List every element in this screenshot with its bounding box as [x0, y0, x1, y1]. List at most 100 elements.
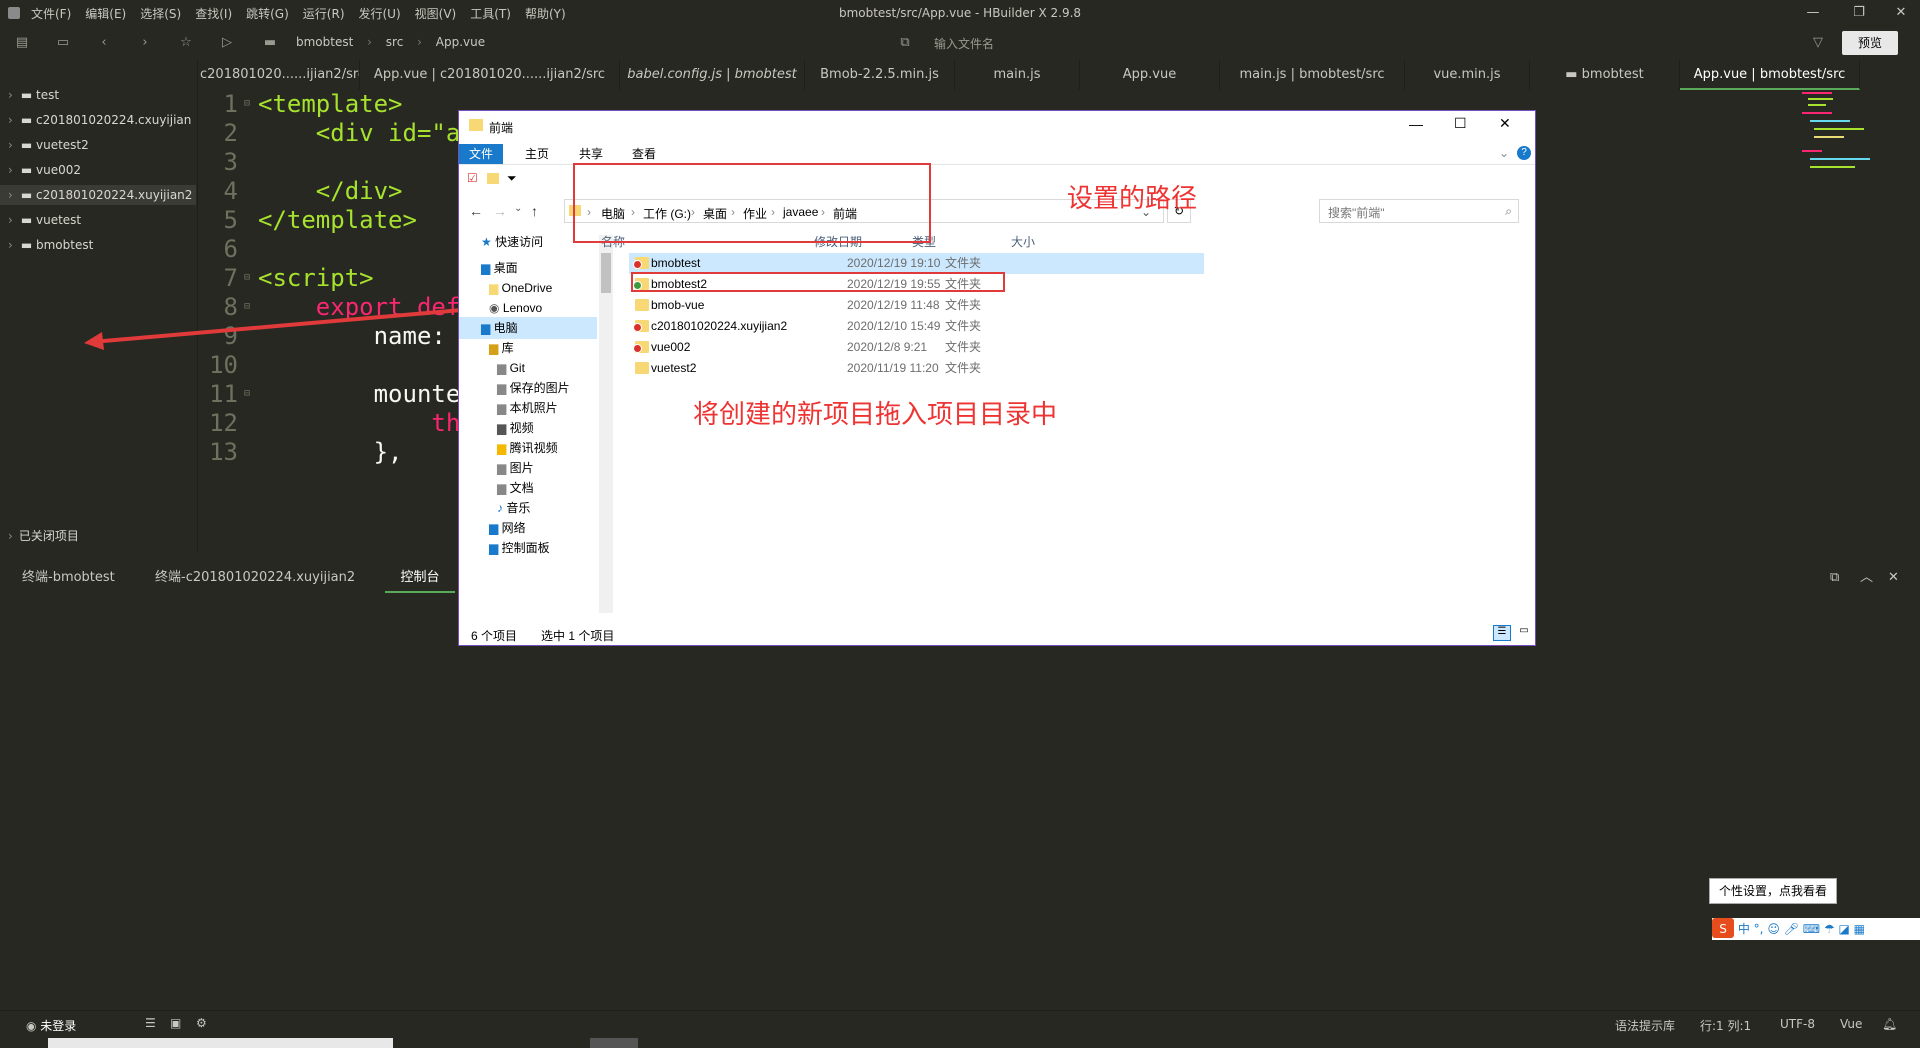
close-icon[interactable]: ✕: [1499, 115, 1511, 132]
goto-file-icon[interactable]: ⧉: [897, 35, 913, 51]
nav-git[interactable]: ▆ Git: [497, 357, 525, 379]
menu-edit[interactable]: 编辑(E): [78, 5, 133, 22]
tab-main-js[interactable]: main.js: [955, 60, 1080, 90]
save-icon[interactable]: ▭: [55, 35, 71, 51]
debug-icon[interactable]: ⚙: [196, 1016, 207, 1030]
menu-goto[interactable]: 跳转(G): [239, 5, 296, 22]
new-terminal-icon[interactable]: ⧉: [1830, 563, 1839, 593]
mic-icon[interactable]: 🎤︎: [1784, 922, 1799, 936]
breadcrumb-item[interactable]: src: [386, 35, 404, 49]
up-icon[interactable]: ↑: [531, 203, 538, 219]
ribbon-tab-home[interactable]: 主页: [515, 144, 559, 164]
details-view-icon[interactable]: ☰: [1493, 625, 1511, 641]
keyboard-icon[interactable]: ⌨: [1803, 922, 1820, 936]
closed-projects[interactable]: › 已关闭项目: [8, 526, 79, 546]
filter-icon[interactable]: ▽: [1810, 35, 1826, 51]
project-vue002[interactable]: › ▬ vue002: [8, 160, 81, 180]
tab-app-vue[interactable]: App.vue: [1080, 60, 1220, 90]
console-panel[interactable]: [0, 593, 1920, 1008]
fold-icon[interactable]: ⊟: [244, 98, 250, 109]
file-row[interactable]: vuetest2 2020/11/19 11:20 文件夹: [629, 358, 1204, 379]
ime-toolbar[interactable]: S 中 °, ☺ 🎤︎ ⌨ ☂ ◪ ▦: [1712, 918, 1920, 940]
help-icon[interactable]: ?: [1517, 146, 1531, 160]
preview-button[interactable]: 预览: [1842, 31, 1898, 55]
nav-tencent-video[interactable]: ▆ 腾讯视频: [497, 437, 558, 459]
menu-find[interactable]: 查找(I): [188, 5, 239, 22]
nav-camera-roll[interactable]: ▆ 本机照片: [497, 397, 558, 419]
cursor-position[interactable]: 行:1 列:1: [1700, 1017, 1751, 1034]
checkbox-icon[interactable]: ☑: [467, 171, 478, 185]
taskbar-item[interactable]: [590, 1038, 638, 1048]
ime-mode[interactable]: 中: [1738, 922, 1750, 936]
tab-app-vue-bmobtest[interactable]: App.vue | bmobtest/src: [1680, 60, 1860, 90]
punctuation-icon[interactable]: °,: [1754, 922, 1764, 936]
project-bmobtest[interactable]: › ▬ bmobtest: [8, 235, 93, 255]
project-xuyijian2[interactable]: › ▬ c201801020224.xuyijian2: [0, 185, 196, 205]
ime-tooltip[interactable]: 个性设置，点我看看: [1709, 878, 1837, 904]
menu-run[interactable]: 运行(R): [296, 5, 352, 22]
tab-bmob-js[interactable]: Bmob-2.2.5.min.js: [805, 60, 955, 90]
syntax-hint[interactable]: 语法提示库: [1615, 1017, 1675, 1034]
minimize-icon[interactable]: —: [1409, 116, 1423, 132]
shirt-icon[interactable]: ◪: [1838, 922, 1849, 936]
nav-quick-access[interactable]: ★ 快速访问: [481, 231, 543, 253]
fold-icon[interactable]: ⊟: [244, 388, 250, 399]
nav-this-pc[interactable]: ▆ 电脑: [459, 317, 597, 339]
column-size[interactable]: 大小: [1011, 231, 1035, 253]
restore-icon[interactable]: ❐: [1836, 0, 1882, 26]
nav-onedrive[interactable]: ▆ OneDrive: [489, 277, 552, 299]
grid-icon[interactable]: ▦: [1854, 922, 1865, 936]
project-test[interactable]: › ▬ test: [8, 85, 59, 105]
tiles-view-icon[interactable]: ▭: [1515, 625, 1533, 641]
tab-babel-config[interactable]: babel.config.js | bmobtest: [620, 60, 805, 90]
language-mode[interactable]: Vue: [1840, 1017, 1862, 1031]
ribbon-tab-share[interactable]: 共享: [569, 144, 613, 164]
nav-libraries[interactable]: ▆ 库: [489, 337, 514, 359]
project-vuetest2[interactable]: › ▬ vuetest2: [8, 135, 89, 155]
encoding[interactable]: UTF-8: [1780, 1017, 1815, 1031]
forward-icon[interactable]: →: [493, 203, 507, 219]
ribbon-tab-view[interactable]: 查看: [622, 144, 666, 164]
tab-vue-min-js[interactable]: vue.min.js: [1405, 60, 1530, 90]
new-file-icon[interactable]: ▤: [14, 35, 30, 51]
tab-console[interactable]: 控制台: [385, 563, 455, 593]
tab-src-xuyijian2[interactable]: c201801020......ijian2/src: [200, 60, 360, 90]
minimize-icon[interactable]: —: [1790, 0, 1836, 26]
chevron-down-icon[interactable]: ⌄: [1499, 146, 1509, 160]
tab-terminal-xuyijian2[interactable]: 终端-c201801020224.xuyijian2: [155, 563, 355, 593]
nav-control-panel[interactable]: ▆ 控制面板: [489, 537, 550, 559]
nav-saved-pictures[interactable]: ▆ 保存的图片: [497, 377, 570, 399]
bell-icon[interactable]: 🔔︎: [1882, 1017, 1897, 1031]
project-cxuyijian[interactable]: › ▬ c201801020224.cxuyijian: [8, 110, 191, 130]
breadcrumb-item[interactable]: bmobtest: [296, 35, 353, 49]
skin-icon[interactable]: ☂: [1824, 922, 1835, 936]
project-vuetest[interactable]: › ▬ vuetest: [8, 210, 81, 230]
terminal-icon[interactable]: ▣: [170, 1016, 181, 1030]
minimap[interactable]: [1800, 90, 1900, 210]
recent-dropdown-icon[interactable]: ⌄: [514, 203, 522, 214]
login-status[interactable]: ◉ 未登录: [26, 1017, 76, 1034]
file-row[interactable]: bmob-vue 2020/12/19 11:48 文件夹: [629, 295, 1204, 316]
menu-publish[interactable]: 发行(U): [352, 5, 408, 22]
tab-main-js-bmobtest[interactable]: main.js | bmobtest/src: [1220, 60, 1405, 90]
maximize-panel-icon[interactable]: ︿: [1860, 563, 1873, 593]
nav-scrollbar[interactable]: [599, 235, 613, 613]
explorer-search-input[interactable]: 搜索"前端" ⌕: [1319, 199, 1519, 223]
tab-terminal-bmobtest[interactable]: 终端-bmobtest: [22, 563, 115, 593]
nav-pictures[interactable]: ▆ 图片: [497, 457, 534, 479]
back-icon[interactable]: ‹: [96, 35, 112, 51]
menu-tools[interactable]: 工具(T): [463, 5, 518, 22]
star-icon[interactable]: ☆: [178, 35, 194, 51]
maximize-icon[interactable]: ☐: [1454, 115, 1467, 132]
quick-access-dropdown-icon[interactable]: ⏷: [507, 171, 517, 186]
fold-icon[interactable]: ⊟: [244, 272, 250, 283]
nav-network[interactable]: ▆ 网络: [489, 517, 526, 539]
close-panel-icon[interactable]: ✕: [1888, 563, 1899, 593]
menu-select[interactable]: 选择(S): [133, 5, 188, 22]
file-search-input[interactable]: 输入文件名: [934, 35, 994, 52]
breadcrumb-item[interactable]: App.vue: [436, 35, 485, 49]
nav-documents[interactable]: ▆ 文档: [497, 477, 534, 499]
file-row[interactable]: bmobtest 2020/12/19 19:10 文件夹: [629, 253, 1204, 274]
nav-videos[interactable]: ▆ 视频: [497, 417, 534, 439]
file-row[interactable]: c201801020224.xuyijian2 2020/12/10 15:49 文…: [629, 316, 1204, 337]
